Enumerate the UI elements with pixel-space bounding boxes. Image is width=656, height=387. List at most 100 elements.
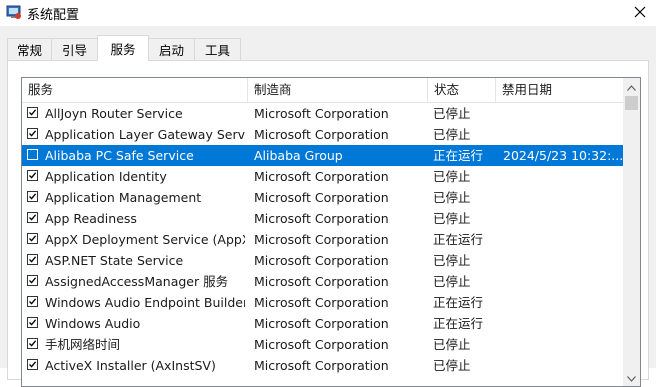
table-row[interactable]: Application Management Microsoft Corporat… xyxy=(22,187,624,208)
service-name: AppX Deployment Service (AppX... xyxy=(45,232,245,247)
service-manufacturer: Microsoft Corporation xyxy=(254,232,389,247)
service-disable-date xyxy=(503,355,623,376)
service-disable-date xyxy=(503,271,623,292)
service-name: App Readiness xyxy=(45,211,137,226)
service-disable-date xyxy=(503,229,623,250)
table-row[interactable]: AllJoyn Router Service Microsoft Corporat… xyxy=(22,103,624,124)
service-status: 已停止 xyxy=(433,274,471,289)
service-checkbox[interactable] xyxy=(27,233,38,244)
service-manufacturer: Microsoft Corporation xyxy=(254,316,389,331)
dialog-body: 常规 引导 服务 启动 工具 服务 制造商 状态 禁用日期 AllJoyn Ro… xyxy=(0,26,656,387)
service-manufacturer: Alibaba Group xyxy=(254,148,343,163)
service-name: ASP.NET State Service xyxy=(45,253,184,268)
tab-general-label: 常规 xyxy=(16,43,42,58)
service-status: 正在运行 xyxy=(433,316,484,331)
service-name: AssignedAccessManager 服务 xyxy=(45,274,229,289)
tab-general[interactable]: 常规 xyxy=(7,38,52,60)
tab-startup-label: 启动 xyxy=(158,43,184,58)
service-disable-date xyxy=(503,124,623,145)
service-name: ActiveX Installer (AxInstSV) xyxy=(45,358,216,373)
service-manufacturer: Microsoft Corporation xyxy=(254,253,389,268)
service-name: 手机网络时间 xyxy=(45,337,121,352)
service-disable-date xyxy=(503,292,623,313)
service-status: 正在运行 xyxy=(433,148,484,163)
table-row[interactable]: App Readiness Microsoft Corporation 已停止 xyxy=(22,208,624,229)
service-status: 已停止 xyxy=(433,190,471,205)
tab-boot[interactable]: 引导 xyxy=(51,38,98,60)
tab-tools[interactable]: 工具 xyxy=(194,38,241,60)
table-row[interactable]: AppX Deployment Service (AppX... Microsof… xyxy=(22,229,624,250)
table-row[interactable]: ActiveX Installer (AxInstSV) Microsoft Co… xyxy=(22,355,624,376)
column-header-status[interactable]: 状态 xyxy=(428,78,496,102)
service-checkbox[interactable] xyxy=(27,317,38,328)
scroll-down-button[interactable] xyxy=(623,369,640,386)
service-disable-date xyxy=(503,103,623,124)
service-checkbox[interactable] xyxy=(27,191,38,202)
service-name: AllJoyn Router Service xyxy=(45,106,183,121)
service-checkbox[interactable] xyxy=(27,359,38,370)
service-disable-date xyxy=(503,187,623,208)
services-panel: 服务 制造商 状态 禁用日期 AllJoyn Router Service Mic… xyxy=(7,60,649,387)
table-row[interactable]: Application Identity Microsoft Corporatio… xyxy=(22,166,624,187)
service-checkbox[interactable] xyxy=(27,275,38,286)
service-status: 已停止 xyxy=(433,337,471,352)
vertical-scrollbar[interactable] xyxy=(623,78,640,386)
service-status: 已停止 xyxy=(433,127,471,142)
service-disable-date: 2024/5/23 10:32:... xyxy=(503,148,623,163)
service-checkbox[interactable] xyxy=(27,254,38,265)
service-name: Windows Audio Endpoint Builder xyxy=(45,295,245,310)
service-manufacturer: Microsoft Corporation xyxy=(254,337,389,352)
service-manufacturer: Microsoft Corporation xyxy=(254,274,389,289)
service-manufacturer: Microsoft Corporation xyxy=(254,127,389,142)
service-name: Alibaba PC Safe Service xyxy=(45,148,194,163)
service-disable-date xyxy=(503,334,623,355)
service-status: 正在运行 xyxy=(433,295,484,310)
table-row[interactable]: 手机网络时间 Microsoft Corporation 已停止 xyxy=(22,334,624,355)
service-manufacturer: Microsoft Corporation xyxy=(254,211,389,226)
service-checkbox[interactable] xyxy=(27,338,38,349)
table-row[interactable]: Windows Audio Microsoft Corporation 正在运行 xyxy=(22,313,624,334)
msconfig-icon xyxy=(6,4,22,20)
close-button[interactable] xyxy=(624,0,656,26)
service-disable-date xyxy=(503,166,623,187)
tab-services[interactable]: 服务 xyxy=(97,35,149,61)
service-disable-date xyxy=(503,250,623,271)
tab-tools-label: 工具 xyxy=(204,43,230,58)
column-header-service[interactable]: 服务 xyxy=(22,78,248,102)
service-checkbox[interactable] xyxy=(27,170,38,181)
scroll-thumb[interactable] xyxy=(625,96,638,110)
service-manufacturer: Microsoft Corporation xyxy=(254,295,389,310)
service-status: 已停止 xyxy=(433,169,471,184)
service-checkbox[interactable] xyxy=(27,107,38,118)
service-checkbox[interactable] xyxy=(27,212,38,223)
table-row[interactable]: Application Layer Gateway Service Microso… xyxy=(22,124,624,145)
close-icon xyxy=(634,6,646,21)
service-name: Application Identity xyxy=(45,169,167,184)
list-header: 服务 制造商 状态 禁用日期 xyxy=(22,78,624,103)
table-row[interactable]: AssignedAccessManager 服务 Microsoft Corpor… xyxy=(22,271,624,292)
service-status: 已停止 xyxy=(433,211,471,226)
title-bar: 系统配置 xyxy=(0,0,656,26)
services-list[interactable]: 服务 制造商 状态 禁用日期 AllJoyn Router Service Mic… xyxy=(21,77,641,387)
table-row[interactable]: Windows Audio Endpoint Builder Microsoft … xyxy=(22,292,624,313)
table-row[interactable]: Alibaba PC Safe Service Alibaba Group 正在运行… xyxy=(22,145,624,166)
service-checkbox[interactable] xyxy=(27,149,38,160)
service-disable-date xyxy=(503,313,623,334)
service-checkbox[interactable] xyxy=(27,128,38,139)
service-checkbox[interactable] xyxy=(27,296,38,307)
service-name: Application Layer Gateway Service xyxy=(45,127,245,142)
service-status: 已停止 xyxy=(433,358,471,373)
service-manufacturer: Microsoft Corporation xyxy=(254,106,389,121)
column-header-disable-date[interactable]: 禁用日期 xyxy=(496,78,624,102)
tab-startup[interactable]: 启动 xyxy=(148,38,195,60)
tab-services-label: 服务 xyxy=(110,42,136,57)
service-manufacturer: Microsoft Corporation xyxy=(254,169,389,184)
service-status: 已停止 xyxy=(433,253,471,268)
service-status: 正在运行 xyxy=(433,232,484,247)
service-disable-date xyxy=(503,208,623,229)
scroll-up-button[interactable] xyxy=(623,78,640,95)
service-status: 已停止 xyxy=(433,106,471,121)
column-header-manufacturer[interactable]: 制造商 xyxy=(248,78,428,102)
service-name: Windows Audio xyxy=(45,316,141,331)
table-row[interactable]: ASP.NET State Service Microsoft Corporati… xyxy=(22,250,624,271)
